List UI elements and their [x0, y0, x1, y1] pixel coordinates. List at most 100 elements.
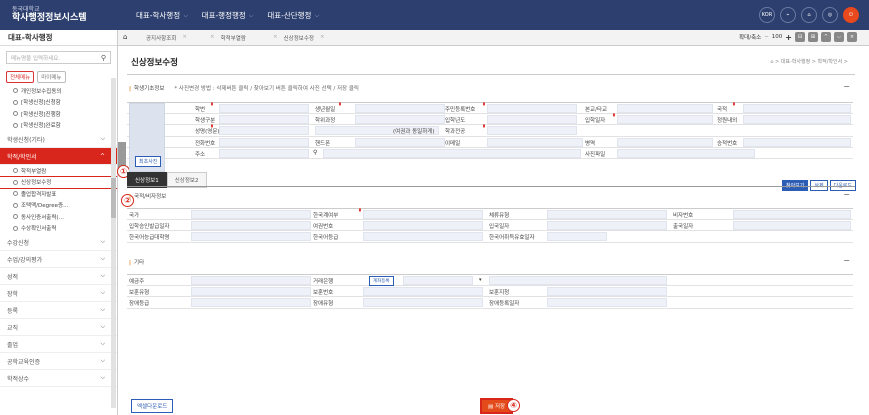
top-menu-item[interactable]: 대표-산단행정 ⌵	[267, 10, 319, 21]
search-icon[interactable]: ⚲	[313, 149, 317, 156]
tree-item[interactable]: [학생신청]완료함	[0, 120, 117, 132]
up-icon[interactable]: ^	[821, 32, 831, 42]
tree-item[interactable]: 동사인증서출력(...	[0, 211, 117, 223]
admission-date-field[interactable]	[617, 115, 713, 125]
menu-group[interactable]: 학적상수 ⌵	[0, 370, 117, 387]
top-menu-item[interactable]: 대표-행정행정 ⌵	[202, 10, 254, 21]
breadcrumb: ⌂ > 대표-학사행정 > 학적/학인서 >	[770, 59, 848, 65]
menu-search-input[interactable]: 메뉴명을 입력하세요. ⚲	[6, 51, 111, 64]
veteran-number-field[interactable]	[363, 287, 483, 297]
email-field[interactable]	[487, 137, 583, 147]
top-menu-item[interactable]: 대표-학사행정 ⌵	[136, 10, 188, 21]
passport-number-field[interactable]	[363, 221, 483, 231]
tab-notice[interactable]: 공지사항조회 ×	[146, 34, 187, 42]
bank-select[interactable]	[403, 276, 473, 285]
menu-group[interactable]: 성적 ⌵	[0, 268, 117, 285]
my-menu-button[interactable]: 마이메뉴	[37, 71, 66, 83]
power-icon[interactable]: ⏻	[843, 7, 859, 23]
menu-group[interactable]: 수업/강의평가 ⌵	[0, 251, 117, 268]
menu-group[interactable]: 졸업 ⌵	[0, 336, 117, 353]
departure-date-field[interactable]	[733, 221, 851, 231]
tree-item[interactable]: 졸업합격자발표	[0, 188, 117, 200]
degree-field[interactable]	[355, 115, 445, 125]
military-field[interactable]	[617, 137, 713, 147]
tree-item[interactable]: 수상확인서출력	[0, 223, 117, 235]
zip-field[interactable]	[219, 148, 309, 158]
page-title: 신상정보수정	[131, 58, 178, 68]
link-icon[interactable]: ⌁	[780, 7, 796, 23]
korean-valid-date-field[interactable]	[547, 232, 607, 242]
address-field[interactable]	[323, 148, 581, 158]
sidebar-scrollbar[interactable]	[111, 78, 116, 408]
close-icon: ×	[182, 34, 187, 40]
logo[interactable]: 동국대학교 학사행정정보시스템	[12, 5, 87, 23]
visa-number-field[interactable]	[733, 210, 851, 219]
student-type-field[interactable]	[219, 115, 309, 125]
chevron-down-icon: ⌵	[183, 11, 188, 19]
annotation-marker: ④	[507, 399, 520, 412]
all-menu-button[interactable]: 전체메뉴	[6, 71, 35, 83]
tab-personal-info[interactable]: × 신상정보수정 ×	[273, 34, 325, 42]
account-number-field[interactable]	[489, 276, 667, 285]
major-field[interactable]	[487, 126, 577, 136]
birth-date-field[interactable]	[355, 104, 445, 113]
korean-level-field[interactable]	[363, 232, 483, 242]
student-id-field[interactable]	[219, 104, 309, 113]
resident-number-field[interactable]	[487, 104, 577, 113]
entry-date-field[interactable]	[547, 221, 667, 231]
name-field[interactable]	[219, 126, 309, 136]
zoom-value: 100	[771, 34, 783, 40]
collapse-icon[interactable]: −	[843, 256, 850, 265]
disability-type-field[interactable]	[363, 298, 483, 308]
korean-school-field[interactable]	[191, 232, 311, 242]
mobile-field[interactable]	[355, 137, 445, 147]
tree-item[interactable]: 학적부열람	[0, 165, 117, 177]
veteran-office-field[interactable]	[547, 287, 667, 297]
school-field[interactable]	[617, 104, 713, 113]
menu-group[interactable]: 공학교육인증 ⌵	[0, 353, 117, 370]
menu-group[interactable]: 장학 ⌵	[0, 285, 117, 302]
close-all-icon[interactable]: ×	[847, 32, 857, 42]
collapse-icon[interactable]: −	[843, 190, 850, 199]
tree-item[interactable]: 개인정보수집동의	[0, 85, 117, 97]
menu-group-active[interactable]: 학적/학인서 ^	[0, 148, 117, 165]
account-holder-field[interactable]	[191, 276, 311, 285]
photo-file-field[interactable]	[617, 148, 755, 158]
tile-icon[interactable]: ⊞	[808, 32, 818, 42]
collapse-icon[interactable]: −	[843, 82, 850, 91]
approval-date-field[interactable]	[191, 221, 311, 231]
quota-field[interactable]	[743, 115, 851, 125]
menu-group[interactable]: 수강신청 ⌵	[0, 234, 117, 251]
section-note: * 사진변경 방법 : 삭제버튼 클릭 / 찾아보기 버튼 클릭하여 사진 선택…	[174, 86, 359, 92]
menu-group[interactable]: 교직 ⌵	[0, 319, 117, 336]
home-icon[interactable]: ⌂	[801, 7, 817, 23]
korean-heritage-field[interactable]	[363, 210, 483, 219]
disability-date-field[interactable]	[547, 298, 667, 308]
disability-grade-field[interactable]	[191, 298, 311, 308]
tree-item[interactable]: [학생신청]신청함	[0, 97, 117, 109]
language-icon[interactable]: KOR	[759, 7, 775, 23]
original-photo-button[interactable]: 최초사진	[135, 156, 162, 167]
admission-year-field[interactable]	[487, 115, 577, 125]
tab-record[interactable]: × 학적부열람	[210, 34, 246, 42]
top-header: 동국대학교 학사행정정보시스템 대표-학사행정 ⌵ 대표-행정행정 ⌵ 대표-산단행…	[0, 0, 869, 30]
tree-item[interactable]: 조택맥/Degree증...	[0, 200, 117, 212]
home-icon[interactable]: ⌂	[123, 33, 127, 41]
down-icon[interactable]: ⌵	[834, 32, 844, 42]
country-field[interactable]	[191, 210, 311, 219]
tree-item-selected[interactable]: 신상정보수정	[0, 175, 117, 189]
nationality-field[interactable]	[743, 104, 851, 113]
restore-icon[interactable]: ⊟	[795, 32, 805, 42]
stay-type-field[interactable]	[547, 210, 667, 219]
excel-download-button[interactable]: 엑셀다운로드	[131, 399, 174, 413]
veteran-type-field[interactable]	[191, 287, 311, 297]
search-icon[interactable]: ⚲	[101, 54, 106, 62]
account-register-button[interactable]: 계좌등록	[369, 276, 394, 286]
settings-icon[interactable]: ◎	[822, 7, 838, 23]
register-number-field[interactable]	[743, 137, 851, 147]
zoom-in-button[interactable]: +	[785, 33, 792, 42]
menu-group[interactable]: 학생신청(기타) ⌵	[0, 131, 117, 148]
tree-item[interactable]: [학생신청]진행함	[0, 108, 117, 120]
menu-group[interactable]: 등록 ⌵	[0, 302, 117, 319]
phone-field[interactable]	[219, 137, 309, 147]
